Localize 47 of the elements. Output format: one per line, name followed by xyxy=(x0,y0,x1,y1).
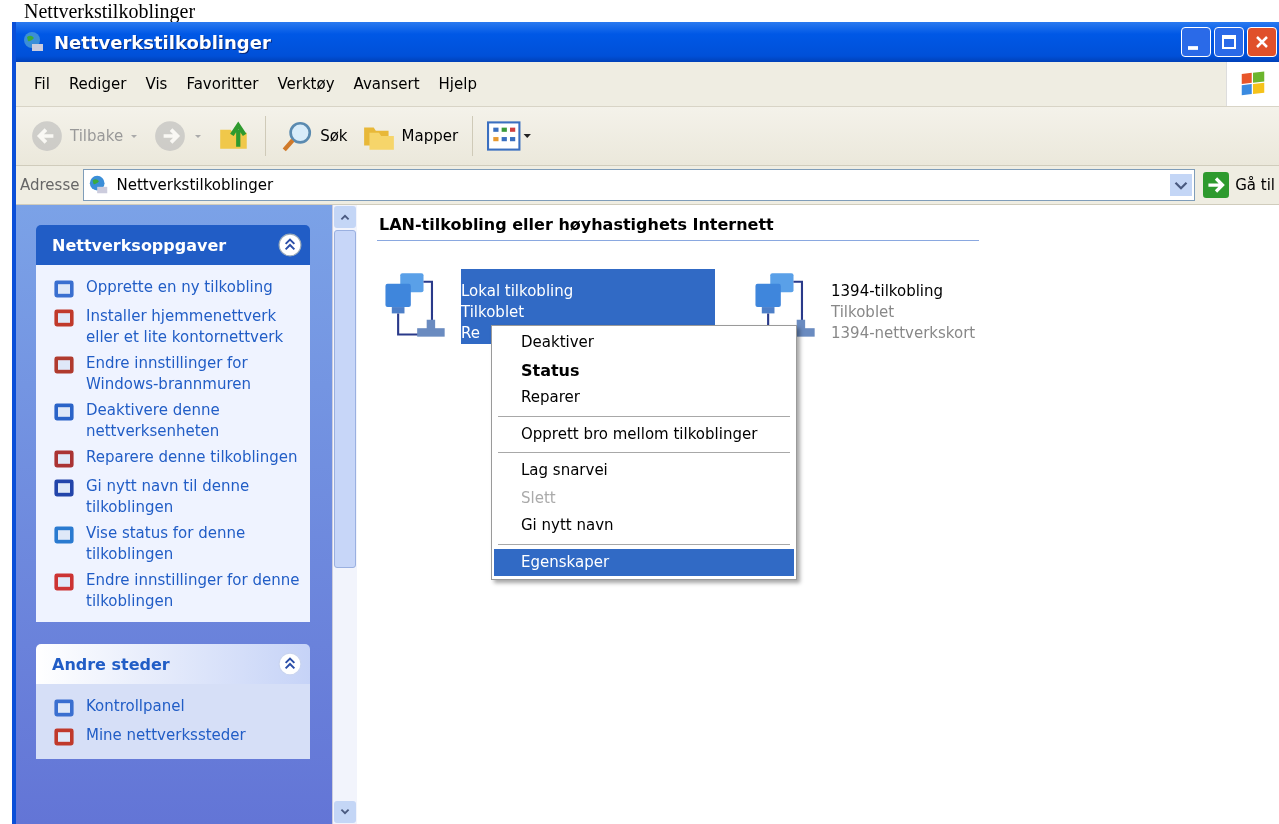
context-menu-item[interactable]: Lag snarvei xyxy=(494,457,794,485)
windows-logo-icon xyxy=(1226,62,1279,106)
address-label: Adresse xyxy=(20,176,80,194)
menu-item[interactable]: Rediger xyxy=(64,75,138,93)
maximize-button[interactable] xyxy=(1214,27,1244,57)
menu-item[interactable]: Hjelp xyxy=(434,75,488,93)
task-link[interactable]: Mine nettverkssteder xyxy=(86,725,246,746)
task-link[interactable]: Endre innstillinger for Windows-brannmuren xyxy=(86,353,300,395)
context-menu-item[interactable]: Gi nytt navn xyxy=(494,512,794,540)
minimize-button[interactable] xyxy=(1181,27,1211,57)
scrollbar[interactable] xyxy=(332,205,357,824)
page-caption: Nettverkstilkoblinger xyxy=(23,0,197,22)
window-title: Nettverkstilkoblinger xyxy=(54,31,271,53)
task-link[interactable]: Kontrollpanel xyxy=(86,696,185,717)
task-link[interactable]: Reparere denne tilkoblingen xyxy=(86,447,298,468)
scroll-down-button[interactable] xyxy=(334,801,356,823)
menu-item[interactable]: Avansert xyxy=(349,75,431,93)
task-link[interactable]: Vise status for denne tilkoblingen xyxy=(86,523,300,565)
task-link[interactable]: Opprette en ny tilkobling xyxy=(86,277,273,298)
search-button[interactable]: Søk xyxy=(276,115,352,157)
context-menu-item[interactable]: Opprett bro mellom tilkoblinger xyxy=(494,420,794,448)
context-menu-item[interactable]: Reparer xyxy=(494,384,794,412)
folders-button[interactable]: Mapper xyxy=(357,115,463,157)
section-header[interactable]: Nettverksoppgaver xyxy=(36,225,310,265)
task-link[interactable]: Gi nytt navn til denne tilkoblingen xyxy=(86,476,300,518)
address-field[interactable]: Nettverkstilkoblinger xyxy=(83,169,1196,201)
close-button[interactable] xyxy=(1247,27,1277,57)
task-link[interactable]: Endre innstillinger for denne tilkoblingen xyxy=(86,570,300,612)
collapse-icon[interactable] xyxy=(278,233,302,257)
scroll-thumb[interactable] xyxy=(334,230,356,568)
menu-item[interactable]: Fil xyxy=(30,75,61,93)
scroll-up-button[interactable] xyxy=(334,206,356,228)
globe-icon xyxy=(22,30,46,54)
menu-item[interactable]: Vis xyxy=(141,75,179,93)
minimize-icon xyxy=(1188,46,1198,50)
menu-item[interactable]: Verktøy xyxy=(273,75,346,93)
go-button[interactable]: Gå til xyxy=(1199,172,1275,198)
menu-item[interactable]: Favoritter xyxy=(182,75,270,93)
collapse-icon[interactable] xyxy=(278,652,302,676)
context-menu-item[interactable]: Egenskaper xyxy=(494,548,794,576)
maximize-icon xyxy=(1219,32,1239,52)
section-header[interactable]: Andre steder xyxy=(36,644,310,684)
task-link[interactable]: Installer hjemmenettverk eller et lite kontornettverk xyxy=(86,306,300,348)
connection-item[interactable]: 1394-tilkobling Tilkoblet 1394-nettverkskort xyxy=(831,269,1085,344)
group-heading: LAN-tilkobling eller høyhastighets Internett xyxy=(377,205,979,241)
task-link[interactable]: Deaktivere denne nettverksenheten xyxy=(86,400,300,442)
context-menu-item[interactable]: Status xyxy=(494,356,794,384)
